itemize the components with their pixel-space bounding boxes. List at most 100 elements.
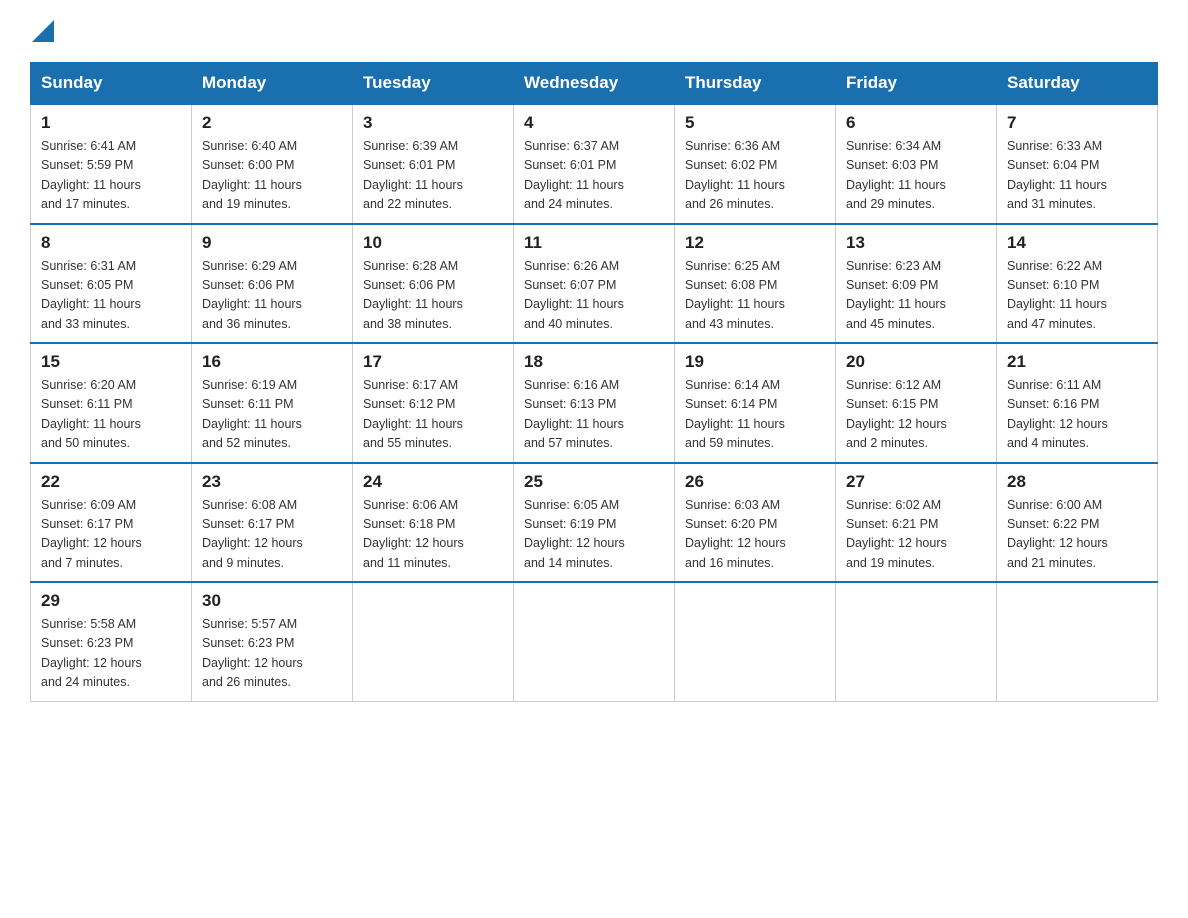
day-info: Sunrise: 5:57 AMSunset: 6:23 PMDaylight:… [202,615,342,693]
day-number: 3 [363,113,503,133]
day-number: 2 [202,113,342,133]
day-info: Sunrise: 6:36 AMSunset: 6:02 PMDaylight:… [685,137,825,215]
day-info: Sunrise: 6:19 AMSunset: 6:11 PMDaylight:… [202,376,342,454]
calendar-cell: 4 Sunrise: 6:37 AMSunset: 6:01 PMDaylight… [514,104,675,224]
calendar-table: SundayMondayTuesdayWednesdayThursdayFrid… [30,62,1158,702]
day-info: Sunrise: 6:06 AMSunset: 6:18 PMDaylight:… [363,496,503,574]
day-info: Sunrise: 6:17 AMSunset: 6:12 PMDaylight:… [363,376,503,454]
day-info: Sunrise: 6:16 AMSunset: 6:13 PMDaylight:… [524,376,664,454]
calendar-cell: 9 Sunrise: 6:29 AMSunset: 6:06 PMDaylight… [192,224,353,344]
calendar-cell: 16 Sunrise: 6:19 AMSunset: 6:11 PMDayligh… [192,343,353,463]
calendar-cell: 22Sunrise: 6:09 AMSunset: 6:17 PMDayligh… [31,463,192,583]
calendar-cell: 7 Sunrise: 6:33 AMSunset: 6:04 PMDaylight… [997,104,1158,224]
calendar-cell: 21 Sunrise: 6:11 AMSunset: 6:16 PMDayligh… [997,343,1158,463]
calendar-week-row: 15 Sunrise: 6:20 AMSunset: 6:11 PMDayligh… [31,343,1158,463]
weekday-header-friday: Friday [836,63,997,105]
day-number: 12 [685,233,825,253]
calendar-week-row: 8 Sunrise: 6:31 AMSunset: 6:05 PMDaylight… [31,224,1158,344]
calendar-cell: 24 Sunrise: 6:06 AMSunset: 6:18 PMDayligh… [353,463,514,583]
day-number: 1 [41,113,181,133]
calendar-cell: 29 Sunrise: 5:58 AMSunset: 6:23 PMDayligh… [31,582,192,701]
calendar-cell: 1Sunrise: 6:41 AMSunset: 5:59 PMDaylight… [31,104,192,224]
day-number: 8 [41,233,181,253]
day-number: 26 [685,472,825,492]
day-number: 30 [202,591,342,611]
calendar-cell: 25Sunrise: 6:05 AMSunset: 6:19 PMDayligh… [514,463,675,583]
logo-triangle-icon [32,20,54,42]
day-number: 10 [363,233,503,253]
calendar-cell [675,582,836,701]
calendar-cell: 11 Sunrise: 6:26 AMSunset: 6:07 PMDayligh… [514,224,675,344]
day-number: 21 [1007,352,1147,372]
day-number: 17 [363,352,503,372]
calendar-cell: 18 Sunrise: 6:16 AMSunset: 6:13 PMDayligh… [514,343,675,463]
day-info: Sunrise: 6:26 AMSunset: 6:07 PMDaylight:… [524,257,664,335]
calendar-cell: 30 Sunrise: 5:57 AMSunset: 6:23 PMDayligh… [192,582,353,701]
calendar-cell: 14Sunrise: 6:22 AMSunset: 6:10 PMDayligh… [997,224,1158,344]
day-number: 27 [846,472,986,492]
day-number: 5 [685,113,825,133]
day-info: Sunrise: 6:20 AMSunset: 6:11 PMDaylight:… [41,376,181,454]
calendar-cell: 23 Sunrise: 6:08 AMSunset: 6:17 PMDayligh… [192,463,353,583]
day-info: Sunrise: 6:33 AMSunset: 6:04 PMDaylight:… [1007,137,1147,215]
calendar-cell: 19Sunrise: 6:14 AMSunset: 6:14 PMDayligh… [675,343,836,463]
day-info: Sunrise: 6:12 AMSunset: 6:15 PMDaylight:… [846,376,986,454]
logo [30,20,54,42]
calendar-cell [353,582,514,701]
day-number: 11 [524,233,664,253]
weekday-header-saturday: Saturday [997,63,1158,105]
day-info: Sunrise: 6:29 AMSunset: 6:06 PMDaylight:… [202,257,342,335]
day-info: Sunrise: 6:00 AMSunset: 6:22 PMDaylight:… [1007,496,1147,574]
day-info: Sunrise: 6:37 AMSunset: 6:01 PMDaylight:… [524,137,664,215]
calendar-cell: 28 Sunrise: 6:00 AMSunset: 6:22 PMDayligh… [997,463,1158,583]
weekday-header-thursday: Thursday [675,63,836,105]
day-number: 19 [685,352,825,372]
calendar-cell: 15 Sunrise: 6:20 AMSunset: 6:11 PMDayligh… [31,343,192,463]
day-info: Sunrise: 6:11 AMSunset: 6:16 PMDaylight:… [1007,376,1147,454]
calendar-week-row: 1Sunrise: 6:41 AMSunset: 5:59 PMDaylight… [31,104,1158,224]
day-info: Sunrise: 6:28 AMSunset: 6:06 PMDaylight:… [363,257,503,335]
day-info: Sunrise: 6:25 AMSunset: 6:08 PMDaylight:… [685,257,825,335]
day-info: Sunrise: 6:40 AMSunset: 6:00 PMDaylight:… [202,137,342,215]
day-number: 24 [363,472,503,492]
day-info: Sunrise: 6:34 AMSunset: 6:03 PMDaylight:… [846,137,986,215]
day-number: 16 [202,352,342,372]
calendar-cell [514,582,675,701]
calendar-cell: 6 Sunrise: 6:34 AMSunset: 6:03 PMDaylight… [836,104,997,224]
day-number: 14 [1007,233,1147,253]
calendar-cell: 5 Sunrise: 6:36 AMSunset: 6:02 PMDaylight… [675,104,836,224]
calendar-cell: 20Sunrise: 6:12 AMSunset: 6:15 PMDayligh… [836,343,997,463]
calendar-cell [997,582,1158,701]
day-number: 13 [846,233,986,253]
calendar-cell: 12 Sunrise: 6:25 AMSunset: 6:08 PMDayligh… [675,224,836,344]
calendar-cell: 17 Sunrise: 6:17 AMSunset: 6:12 PMDayligh… [353,343,514,463]
day-number: 23 [202,472,342,492]
day-info: Sunrise: 6:39 AMSunset: 6:01 PMDaylight:… [363,137,503,215]
day-number: 7 [1007,113,1147,133]
calendar-week-row: 22Sunrise: 6:09 AMSunset: 6:17 PMDayligh… [31,463,1158,583]
day-number: 4 [524,113,664,133]
day-info: Sunrise: 6:31 AMSunset: 6:05 PMDaylight:… [41,257,181,335]
day-number: 18 [524,352,664,372]
day-number: 29 [41,591,181,611]
day-number: 9 [202,233,342,253]
calendar-cell: 8 Sunrise: 6:31 AMSunset: 6:05 PMDaylight… [31,224,192,344]
weekday-header-monday: Monday [192,63,353,105]
day-number: 15 [41,352,181,372]
calendar-cell: 2 Sunrise: 6:40 AMSunset: 6:00 PMDaylight… [192,104,353,224]
calendar-cell: 26 Sunrise: 6:03 AMSunset: 6:20 PMDayligh… [675,463,836,583]
day-info: Sunrise: 5:58 AMSunset: 6:23 PMDaylight:… [41,615,181,693]
day-info: Sunrise: 6:02 AMSunset: 6:21 PMDaylight:… [846,496,986,574]
weekday-header-wednesday: Wednesday [514,63,675,105]
weekday-header-tuesday: Tuesday [353,63,514,105]
weekday-header-row: SundayMondayTuesdayWednesdayThursdayFrid… [31,63,1158,105]
day-info: Sunrise: 6:05 AMSunset: 6:19 PMDaylight:… [524,496,664,574]
page-header [30,20,1158,42]
calendar-week-row: 29 Sunrise: 5:58 AMSunset: 6:23 PMDayligh… [31,582,1158,701]
day-number: 6 [846,113,986,133]
day-info: Sunrise: 6:23 AMSunset: 6:09 PMDaylight:… [846,257,986,335]
calendar-cell: 3 Sunrise: 6:39 AMSunset: 6:01 PMDaylight… [353,104,514,224]
day-info: Sunrise: 6:03 AMSunset: 6:20 PMDaylight:… [685,496,825,574]
day-info: Sunrise: 6:08 AMSunset: 6:17 PMDaylight:… [202,496,342,574]
day-number: 28 [1007,472,1147,492]
